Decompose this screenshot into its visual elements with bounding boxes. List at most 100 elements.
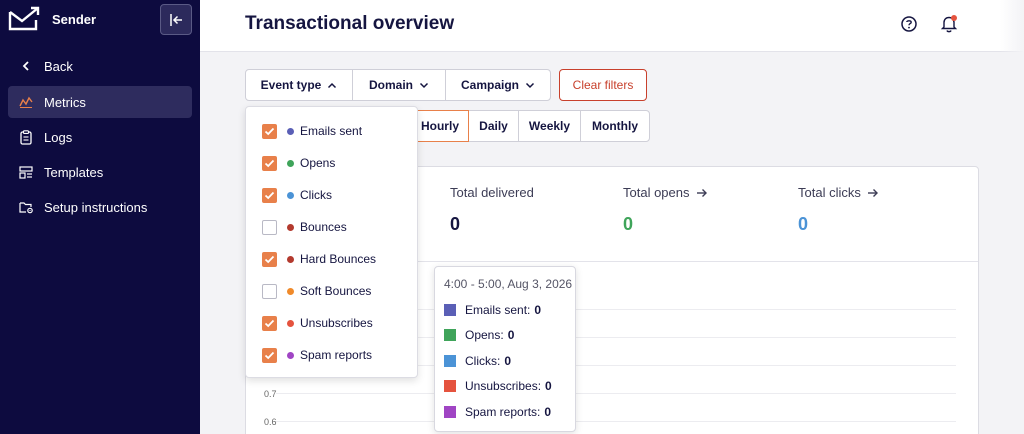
tooltip-value: 0 (544, 405, 552, 419)
tooltip-row-clicks: Clicks: 0 (444, 354, 511, 368)
event-option-spam-reports[interactable]: Spam reports (262, 345, 372, 365)
series-dot (287, 127, 294, 135)
series-dot (287, 159, 294, 167)
option-label: Emails sent (300, 124, 363, 138)
series-dot (287, 351, 294, 359)
series-swatch (444, 380, 456, 392)
page-header: Transactional overview (200, 0, 1024, 52)
tab-hourly[interactable]: Hourly (411, 110, 469, 142)
y-tick-label: 0.6 (264, 417, 277, 427)
filter-group: Event type Domain Campaign (245, 69, 551, 101)
scroll-shade (1000, 0, 1024, 434)
series-dot (287, 319, 294, 327)
event-type-filter-button[interactable]: Event type (246, 70, 353, 100)
sidebar-item-metrics[interactable]: Metrics (8, 86, 192, 118)
tooltip-row-emails-sent: Emails sent: 0 (444, 303, 541, 317)
tab-monthly[interactable]: Monthly (581, 111, 649, 141)
sidebar-item-back[interactable]: Back (8, 50, 192, 82)
notifications-button[interactable] (940, 14, 958, 39)
sender-logo-icon (8, 6, 40, 31)
tooltip-value: 0 (507, 328, 515, 342)
series-swatch (444, 406, 456, 418)
stat-label: Total clicks (798, 185, 861, 200)
checkbox-checked-icon[interactable] (262, 315, 277, 331)
stat-value: 0 (623, 214, 634, 234)
templates-icon (19, 165, 33, 179)
help-icon (901, 16, 917, 32)
sidebar: Sender Back Metrics Logs Templates Setup… (0, 0, 200, 434)
chevron-down-icon (525, 82, 535, 88)
option-label: Unsubscribes (300, 316, 373, 330)
event-option-clicks[interactable]: Clicks (262, 185, 332, 205)
chart-gridline (276, 421, 956, 422)
tooltip-label: Clicks: (465, 354, 501, 368)
event-type-dropdown: Emails sent Opens Clicks Bounces Hard Bo… (245, 106, 418, 378)
page-title: Transactional overview (245, 13, 455, 34)
tooltip-label: Opens: (465, 328, 504, 342)
domain-label: Domain (368, 78, 413, 92)
domain-filter-button[interactable]: Domain (353, 70, 446, 100)
tab-weekly[interactable]: Weekly (519, 111, 581, 141)
tooltip-title: 4:00 - 5:00, Aug 3, 2026 (444, 277, 573, 291)
clear-filters-button[interactable]: Clear filters (559, 69, 647, 101)
sidebar-item-setup-instructions[interactable]: Setup instructions (8, 191, 192, 223)
folder-settings-icon (18, 201, 33, 213)
checkbox-checked-icon[interactable] (262, 155, 277, 171)
event-option-hard-bounces[interactable]: Hard Bounces (262, 249, 376, 269)
stat-value: 0 (798, 214, 809, 234)
collapse-sidebar-button[interactable] (160, 4, 192, 35)
chart-gridline (276, 393, 956, 394)
arrow-right-icon (867, 188, 878, 197)
sidebar-item-label: Templates (44, 164, 104, 180)
sidebar-item-label: Setup instructions (44, 199, 148, 215)
checkbox-checked-icon[interactable] (262, 123, 277, 139)
arrow-right-icon (696, 188, 707, 197)
bell-icon (940, 15, 958, 33)
granularity-tabs: Hourly Daily Weekly Monthly (410, 110, 650, 142)
help-button[interactable] (900, 15, 918, 38)
checkbox-checked-icon[interactable] (262, 251, 277, 267)
tooltip-row-opens: Opens: 0 (444, 328, 514, 342)
campaign-filter-button[interactable]: Campaign (446, 70, 550, 100)
stat-label: Total delivered (450, 185, 534, 200)
series-swatch (444, 329, 456, 341)
series-swatch (444, 355, 456, 367)
chevron-down-icon (419, 82, 429, 88)
stat-label: Total opens (623, 185, 690, 200)
sidebar-item-templates[interactable]: Templates (8, 156, 192, 188)
option-label: Opens (300, 156, 336, 170)
total-clicks-stat[interactable]: Total clicks 0 (798, 185, 879, 235)
tooltip-label: Spam reports: (465, 405, 541, 419)
checkbox-unchecked-icon[interactable] (262, 219, 277, 235)
campaign-label: Campaign (460, 78, 519, 92)
collapse-left-icon (170, 13, 182, 26)
tooltip-value: 0 (545, 379, 552, 393)
event-option-opens[interactable]: Opens (262, 153, 335, 173)
checkbox-checked-icon[interactable] (262, 187, 277, 203)
option-label: Spam reports (300, 348, 373, 362)
checkbox-unchecked-icon[interactable] (262, 283, 277, 299)
tab-daily[interactable]: Daily (469, 111, 519, 141)
series-dot (287, 255, 294, 263)
tooltip-row-unsubscribes: Unsubscribes: 0 (444, 379, 552, 393)
event-type-label: Event type (260, 78, 322, 92)
total-opens-stat[interactable]: Total opens 0 (623, 185, 708, 235)
tooltip-label: Unsubscribes: (465, 379, 542, 393)
metrics-icon (19, 96, 33, 108)
sidebar-item-label: Back (44, 58, 73, 74)
tooltip-value: 0 (534, 303, 542, 317)
sidebar-item-logs[interactable]: Logs (8, 121, 192, 153)
brand-name: Sender (52, 11, 97, 27)
event-option-bounces[interactable]: Bounces (262, 217, 347, 237)
event-option-emails-sent[interactable]: Emails sent (262, 121, 362, 141)
event-option-unsubscribes[interactable]: Unsubscribes (262, 313, 373, 333)
series-dot (287, 287, 294, 295)
brand[interactable]: Sender (8, 6, 96, 32)
checkbox-checked-icon[interactable] (262, 347, 277, 363)
sidebar-item-label: Logs (44, 129, 73, 145)
y-tick-label: 0.7 (264, 389, 277, 399)
chevron-up-icon (328, 82, 337, 88)
option-label: Hard Bounces (300, 252, 377, 266)
tooltip-value: 0 (504, 354, 512, 368)
event-option-soft-bounces[interactable]: Soft Bounces (262, 281, 371, 301)
